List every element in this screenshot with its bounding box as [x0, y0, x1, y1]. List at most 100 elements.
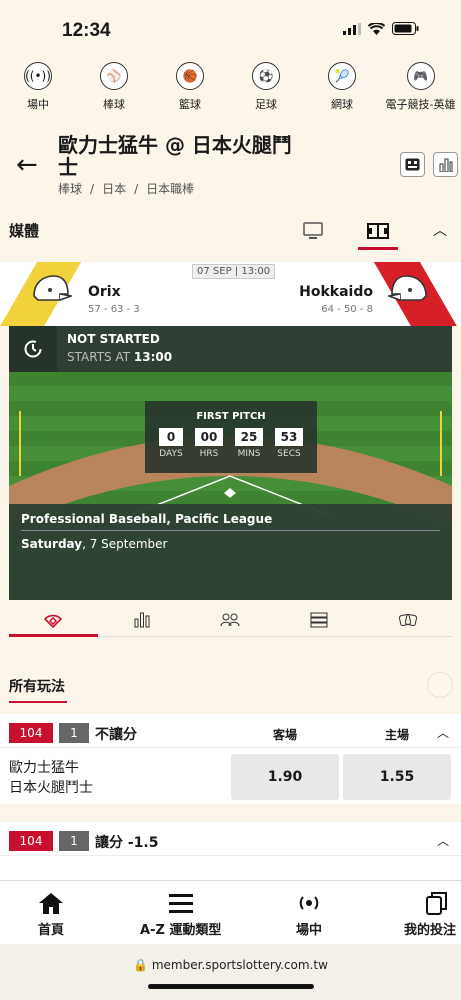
scoreboard-icon — [405, 158, 420, 171]
countdown-title: FIRST PITCH — [196, 411, 266, 422]
back-arrow-icon[interactable]: ← — [16, 150, 38, 180]
helmet-icon — [33, 275, 72, 301]
away-team-record: 64 - 50 - 8 — [321, 304, 373, 315]
column-home: 主場 — [384, 728, 409, 742]
bar-chart-icon — [134, 612, 150, 627]
countdown-value: 53 — [275, 428, 303, 446]
match-status-strip: NOT STARTED STARTS AT 13:00 — [9, 326, 452, 372]
sports-category-bar: ((•)) 場中 ⚾ 棒球 🏀 籃球 ⚽ 足球 🎾 網球 🎮 電子競技-英雄 — [0, 62, 461, 124]
team-two: 日本火腿鬥士 — [9, 780, 93, 796]
baseball-icon: ⚾ — [100, 62, 128, 90]
teams-panel: 07 SEP | 13:00 Orix 57 - 63 - 3 Hokkaido… — [0, 262, 461, 326]
standings-icon — [310, 612, 328, 627]
team-one: 歐力士猛牛 — [9, 760, 79, 776]
monitor-icon — [303, 222, 323, 239]
breadcrumb-item[interactable]: 棒球 — [58, 182, 82, 196]
market-handicap: 104 1 讓分 -1.5 ︿ — [0, 822, 461, 880]
league-name: Professional Baseball, Pacific League — [21, 512, 273, 526]
tab-h2h[interactable] — [363, 603, 452, 636]
countdown-value: 00 — [195, 428, 223, 446]
odds-button-away[interactable]: 1.90 — [231, 754, 339, 800]
market-type: 不讓分 — [95, 727, 137, 743]
market-number: 1 — [59, 723, 89, 743]
wifi-icon — [368, 22, 385, 35]
tab-video[interactable] — [295, 214, 331, 248]
baseball-field-icon — [44, 614, 63, 628]
chevron-up-icon[interactable]: ︿ — [437, 724, 449, 741]
home-team-name: Orix — [88, 284, 121, 300]
odds-button-home[interactable]: 1.55 — [343, 754, 451, 800]
sport-item-soccer[interactable]: ⚽ 足球 — [228, 62, 304, 124]
breadcrumb: 棒球 / 日本 / 日本職棒 — [58, 182, 195, 196]
market-row: 歐力士猛牛 日本火腿鬥士 1.90 1.55 — [0, 748, 461, 804]
countdown-panel: FIRST PITCH 0 DAYS 00 HRS 25 MINS 53 SECS — [145, 401, 317, 473]
starts-at-label: STARTS AT — [67, 350, 131, 364]
live-icon — [299, 896, 319, 910]
sport-label: 棒球 — [103, 98, 125, 111]
home-icon — [39, 893, 63, 914]
league-info: Professional Baseball, Pacific League Sa… — [9, 504, 452, 600]
market-moneyline: 104 1 不讓分 客場 主場 ︿ 歐力士猛牛 日本火腿鬥士 1.90 1.55 — [0, 714, 461, 804]
circle-button[interactable] — [427, 672, 453, 698]
media-header: 媒體 ︿ — [0, 208, 461, 250]
nav-az-sports[interactable]: A-Z 運動類型 — [140, 891, 221, 938]
countdown-label: SECS — [277, 449, 301, 459]
battery-icon — [392, 22, 419, 35]
sport-item-basketball[interactable]: 🏀 籃球 — [152, 62, 228, 124]
nav-label: 首頁 — [38, 923, 65, 938]
signal-icon — [343, 22, 361, 35]
tab-lineups[interactable] — [186, 603, 275, 636]
market-teams: 歐力士猛牛 日本火腿鬥士 — [9, 758, 93, 798]
tab-field[interactable] — [358, 214, 398, 250]
nav-label: 我的投注 — [404, 923, 457, 938]
market-header[interactable]: 104 1 讓分 -1.5 ︿ — [0, 822, 461, 856]
home-indicator — [148, 984, 314, 989]
field-icon — [367, 223, 389, 239]
browser-url-bar[interactable]: 🔒 member.sportslottery.com.tw — [0, 944, 461, 1000]
sport-item-live[interactable]: ((•)) 場中 — [0, 62, 76, 124]
match-status: NOT STARTED — [67, 332, 160, 346]
tennis-icon: 🎾 — [328, 62, 356, 90]
sport-item-tennis[interactable]: 🎾 網球 — [304, 62, 380, 124]
page-title: 歐力士猛牛 @ 日本火腿鬥士 — [58, 133, 292, 179]
chevron-up-icon[interactable]: ︿ — [437, 832, 449, 849]
market-code: 104 — [9, 723, 53, 743]
media-label: 媒體 — [9, 222, 40, 240]
tab-stats[interactable] — [98, 603, 187, 636]
breadcrumb-item[interactable]: 日本職棒 — [146, 182, 194, 196]
gamepad-icon: 🎮 — [406, 62, 435, 90]
breadcrumb-item[interactable]: 日本 — [102, 182, 126, 196]
all-bets-title[interactable]: 所有玩法 — [9, 676, 65, 696]
scoreboard-button[interactable] — [400, 152, 425, 177]
tab-field-view[interactable] — [9, 603, 98, 637]
match-day: Saturday, 7 September — [21, 537, 167, 551]
sport-item-esports[interactable]: 🎮 電子競技-英雄 — [380, 62, 461, 124]
players-icon — [220, 613, 240, 626]
nav-my-bets[interactable]: 我的投注 — [404, 891, 456, 938]
market-type: 讓分 -1.5 — [95, 835, 159, 851]
market-header[interactable]: 104 1 不讓分 客場 主場 ︿ — [0, 714, 461, 748]
sport-label: 電子競技-英雄 — [385, 98, 456, 111]
starts-at: STARTS AT 13:00 — [67, 350, 172, 364]
nav-home[interactable]: 首頁 — [38, 891, 64, 938]
live-icon: ((•)) — [24, 62, 52, 90]
starts-at-time: 13:00 — [133, 350, 173, 364]
sport-label: 場中 — [27, 98, 49, 111]
tab-standings[interactable] — [275, 603, 364, 636]
nav-live[interactable]: 場中 — [296, 891, 322, 938]
countdown-value: 0 — [159, 428, 183, 446]
nav-label: A-Z 運動類型 — [140, 923, 222, 938]
sport-label: 網球 — [331, 98, 353, 111]
countdown-label: DAYS — [159, 449, 183, 459]
sport-item-baseball[interactable]: ⚾ 棒球 — [76, 62, 152, 124]
market-number: 1 — [59, 831, 89, 851]
countdown-seconds: 53 SECS — [275, 428, 303, 459]
stats-button[interactable] — [433, 152, 458, 177]
clock-icon — [9, 326, 57, 372]
url-display: 🔒 member.sportslottery.com.tw — [0, 958, 461, 972]
chevron-up-icon[interactable]: ︿ — [433, 220, 447, 240]
match-weekday: Saturday — [21, 537, 83, 551]
column-away: 客場 — [272, 728, 297, 742]
countdown-hours: 00 HRS — [195, 428, 223, 459]
match-field: NOT STARTED STARTS AT 13:00 FIRST PITCH … — [9, 326, 452, 600]
